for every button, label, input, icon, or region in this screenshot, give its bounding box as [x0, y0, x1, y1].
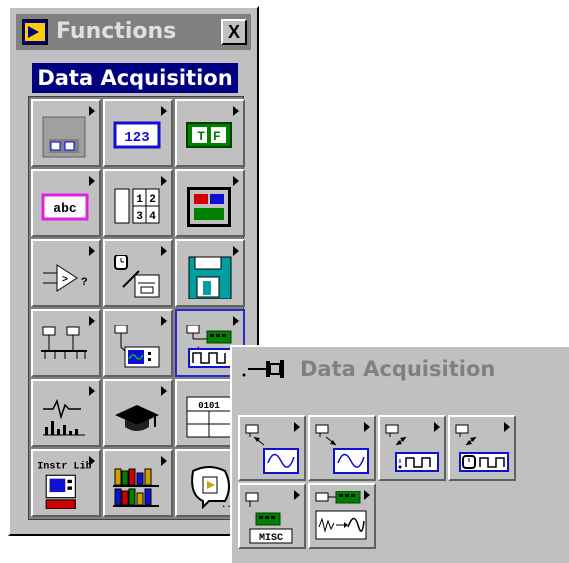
calibration-config-icon: MISC	[245, 492, 293, 544]
instrument-io-palette-button[interactable]	[103, 309, 173, 377]
comparison-palette-button[interactable]: > ?	[31, 239, 101, 307]
signal-conditioning-icon	[315, 491, 367, 540]
array-palette-button[interactable]: 1 2 3 4	[103, 169, 173, 237]
window-title: Functions	[56, 19, 177, 44]
file-io-palette-button[interactable]	[175, 239, 245, 307]
analog-input-icon	[245, 424, 299, 474]
time-dialog-palette-icon	[114, 255, 160, 298]
svg-text:1: 1	[136, 194, 143, 206]
signal-conditioning-button[interactable]	[308, 483, 376, 549]
user-libraries-palette-icon	[113, 468, 159, 507]
analog-output-icon	[315, 424, 369, 474]
cluster-palette-icon	[42, 116, 86, 158]
communication-palette-icon	[41, 326, 87, 359]
numeric-label: 123	[124, 130, 149, 146]
misc-label: MISC	[259, 533, 283, 544]
subpalette-title: Data Acquisition	[300, 357, 496, 381]
cluster-bundle-palette-icon	[187, 187, 231, 227]
analog-input-button[interactable]	[238, 415, 306, 481]
svg-text:0101: 0101	[198, 401, 220, 411]
file-io-palette-icon	[188, 256, 232, 299]
palette-subtitle: Data Acquisition	[32, 63, 238, 93]
pushpin-icon[interactable]	[240, 357, 300, 381]
tutorial-palette-button[interactable]	[103, 379, 173, 447]
string-palette-icon: abc	[41, 193, 89, 221]
boolean-label: T F	[197, 129, 221, 144]
advanced-palette-icon: 0101	[186, 396, 232, 438]
svg-text:2: 2	[149, 194, 156, 206]
data-acquisition-palette-icon	[186, 325, 232, 368]
string-label: abc	[53, 201, 77, 216]
numeric-palette-button[interactable]: 123	[103, 99, 173, 167]
function-palette-grid: 123 T F abc 1 2 3 4 > ? 0101 Instr Lib .	[28, 96, 245, 520]
close-button[interactable]: X	[221, 19, 247, 45]
tutorial-palette-icon	[115, 405, 159, 431]
instrument-library-label: Instr Lib	[37, 461, 91, 473]
cluster-palette-button[interactable]	[31, 99, 101, 167]
counter-icon	[455, 424, 509, 472]
numeric-palette-icon: 123	[113, 121, 161, 149]
user-libraries-palette-button[interactable]	[103, 449, 173, 517]
communication-palette-button[interactable]	[31, 309, 101, 377]
svg-text:3: 3	[136, 211, 143, 223]
instrument-library-palette-icon: Instr Lib	[37, 461, 91, 509]
string-palette-button[interactable]: abc	[31, 169, 101, 237]
counter-button[interactable]	[448, 415, 516, 481]
cluster-bundle-palette-button[interactable]	[175, 169, 245, 237]
title-bar[interactable]: Functions X	[16, 14, 251, 50]
time-dialog-palette-button[interactable]	[103, 239, 173, 307]
svg-text:4: 4	[149, 211, 156, 223]
boolean-palette-icon: T F	[186, 122, 232, 148]
calibration-config-button[interactable]: MISC	[238, 483, 306, 549]
comparison-palette-icon: > ?	[43, 264, 88, 292]
svg-text:?: ?	[81, 277, 88, 289]
functions-palette-window: Functions X Data Acquisition 123 T F abc…	[8, 6, 259, 536]
select-vi-palette-icon: ...	[191, 466, 235, 509]
data-acquisition-subpalette: Data Acquisition MISC	[230, 345, 569, 563]
analog-output-button[interactable]	[308, 415, 376, 481]
boolean-palette-button[interactable]: T F	[175, 99, 245, 167]
labview-icon	[22, 19, 48, 45]
svg-text:>: >	[62, 275, 68, 286]
digital-io-icon	[385, 424, 439, 472]
analysis-palette-icon	[43, 398, 85, 436]
instrument-library-palette-button[interactable]: Instr Lib	[31, 449, 101, 517]
instrument-io-palette-icon	[114, 325, 160, 368]
array-palette-icon: 1 2 3 4	[114, 188, 160, 224]
analysis-palette-button[interactable]	[31, 379, 101, 447]
digital-io-button[interactable]	[378, 415, 446, 481]
